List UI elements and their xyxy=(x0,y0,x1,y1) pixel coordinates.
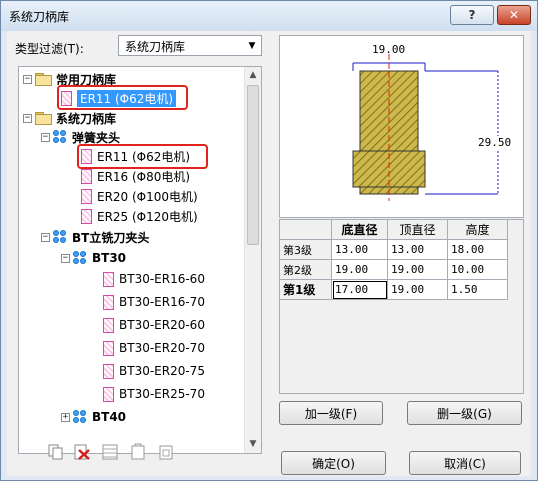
row-label: 第3级 xyxy=(280,240,332,260)
tool-holder-icon xyxy=(103,271,114,287)
copy-icon[interactable] xyxy=(47,443,65,461)
tree-node-label: BT30-ER16-60 xyxy=(119,272,205,286)
tree-node-label: BT30-ER25-70 xyxy=(119,387,205,401)
table-cell[interactable]: 13.00 xyxy=(388,240,448,260)
tool-holder-icon xyxy=(103,340,114,356)
tool-group-icon xyxy=(73,410,87,424)
type-filter-value: 系统刀柄库 xyxy=(125,40,186,54)
holder-preview-panel: 19.00 29.50 xyxy=(279,35,524,218)
help-button[interactable]: ? xyxy=(450,5,494,25)
tree-node-label: ER20 (Φ100电机) xyxy=(97,189,198,204)
delete-icon[interactable] xyxy=(73,443,91,461)
tree-node-label: BT30-ER20-75 xyxy=(119,364,205,378)
tree-node-tool-holder[interactable]: ER16 (Φ80电机) xyxy=(81,167,190,185)
tree-node-label: BT30-ER16-70 xyxy=(119,295,205,309)
row-label: 第2级 xyxy=(280,260,332,280)
tree-node-label: BT30-ER20-70 xyxy=(119,341,205,355)
folder-icon xyxy=(35,112,52,125)
cancel-button[interactable]: 取消(C) xyxy=(409,451,521,475)
collapse-icon[interactable]: − xyxy=(23,74,32,84)
scroll-down-icon[interactable]: ▼ xyxy=(245,436,261,453)
tree-node-tool-holder[interactable]: ER20 (Φ100电机) xyxy=(81,187,198,205)
folder-icon xyxy=(35,73,52,86)
width-dimension-label: 19.00 xyxy=(372,43,406,56)
row-label: 第1级 xyxy=(280,280,332,300)
tree-node-label: 系统刀柄库 xyxy=(56,111,117,126)
table-cell[interactable]: 19.00 xyxy=(332,260,388,280)
tool-holder-icon xyxy=(81,168,92,184)
tree-node-label: ER25 (Φ120电机) xyxy=(97,209,198,224)
table-cell[interactable]: 19.00 xyxy=(388,260,448,280)
tree-node-bt-end-mill[interactable]: − BT立铣刀夹头 xyxy=(41,228,149,246)
tree-node-label: 弹簧夹头 xyxy=(72,130,121,145)
dialog-window: 系统刀柄库 ? ✕ 类型过滤(T): 系统刀柄库 ▼ − 常用刀柄库 ER11 … xyxy=(0,0,538,481)
tool-group-icon xyxy=(53,130,67,144)
table-header: 顶直径 xyxy=(388,220,448,240)
expand-icon[interactable]: + xyxy=(61,412,70,422)
collapse-icon[interactable]: − xyxy=(61,253,70,263)
tree-node-label: BT40 xyxy=(92,410,127,424)
collapse-icon[interactable]: − xyxy=(41,232,50,242)
tree-node-tool-holder[interactable]: BT30-ER16-60 xyxy=(103,270,205,288)
tree-scrollbar[interactable]: ▲ ▼ xyxy=(244,67,261,453)
collapse-icon[interactable]: − xyxy=(41,132,50,142)
add-level-button[interactable]: 加一级(F) xyxy=(279,401,383,425)
table-cell[interactable]: 10.00 xyxy=(448,260,508,280)
tree-node-tool-holder[interactable]: BT30-ER20-75 xyxy=(103,362,205,380)
table-cell[interactable]: 1.50 xyxy=(448,280,508,300)
table-header-corner xyxy=(280,220,332,240)
table-cell[interactable]: 19.00 xyxy=(388,280,448,300)
tree-node-bt40[interactable]: + BT40 xyxy=(61,408,126,426)
tool-holder-icon xyxy=(81,188,92,204)
height-dimension-label: 29.50 xyxy=(478,136,512,149)
table-cell[interactable]: 13.00 xyxy=(332,240,388,260)
tool-holder-icon xyxy=(103,294,114,310)
tree-node-tool-holder[interactable]: ER25 (Φ120电机) xyxy=(81,207,198,225)
table-cell[interactable]: 18.00 xyxy=(448,240,508,260)
delete-level-button[interactable]: 删一级(G) xyxy=(407,401,522,425)
tool-group-icon xyxy=(73,251,87,265)
red-highlight-box xyxy=(57,85,188,110)
holder-tree[interactable]: − 常用刀柄库 ER11 (Φ62电机) − 系统刀柄库 − 弹簧夹头 ER11… xyxy=(18,66,262,454)
type-filter-select[interactable]: 系统刀柄库 ▼ xyxy=(118,35,262,56)
window-title: 系统刀柄库 xyxy=(9,10,70,24)
tree-node-label: BT30 xyxy=(92,251,127,265)
table-cell-active[interactable]: 17.00 xyxy=(332,280,388,300)
tree-node-label: ER16 (Φ80电机) xyxy=(97,169,191,184)
ok-button[interactable]: 确定(O) xyxy=(281,451,386,475)
tree-node-bt30[interactable]: − BT30 xyxy=(61,249,126,267)
tree-node-label: BT30-ER20-60 xyxy=(119,318,205,332)
tree-node-system-library[interactable]: − 系统刀柄库 xyxy=(23,109,116,127)
tree-node-tool-holder[interactable]: BT30-ER16-70 xyxy=(103,293,205,311)
title-bar: 系统刀柄库 ? ✕ xyxy=(1,1,537,31)
collapse-icon[interactable]: − xyxy=(23,113,32,123)
tool-holder-icon xyxy=(81,208,92,224)
scrollbar-thumb[interactable] xyxy=(247,85,259,245)
close-button[interactable]: ✕ xyxy=(497,5,531,25)
dialog-body: 类型过滤(T): 系统刀柄库 ▼ − 常用刀柄库 ER11 (Φ62电机) − … xyxy=(7,31,531,476)
tool-holder-icon xyxy=(103,317,114,333)
levels-table[interactable]: 底直径 顶直径 高度 第3级 13.00 13.00 18.00 第2级 19.… xyxy=(279,219,524,394)
tool-holder-icon xyxy=(103,363,114,379)
scroll-up-icon[interactable]: ▲ xyxy=(245,67,261,84)
table-header: 高度 xyxy=(448,220,508,240)
tree-node-tool-holder[interactable]: BT30-ER20-60 xyxy=(103,316,205,334)
chevron-down-icon[interactable]: ▼ xyxy=(243,36,261,55)
tool-holder-icon xyxy=(103,386,114,402)
holder-shape-drawing xyxy=(352,54,499,201)
tree-node-tool-holder[interactable]: BT30-ER25-70 xyxy=(103,385,205,403)
table-header: 底直径 xyxy=(332,220,388,240)
properties-icon[interactable] xyxy=(157,443,175,461)
tool-group-icon xyxy=(53,230,67,244)
filter-label: 类型过滤(T): xyxy=(15,42,84,56)
table-icon[interactable] xyxy=(101,443,119,461)
paste-icon[interactable] xyxy=(129,443,147,461)
red-highlight-box xyxy=(77,144,208,169)
tree-node-label: BT立铣刀夹头 xyxy=(72,230,150,245)
tree-node-tool-holder[interactable]: BT30-ER20-70 xyxy=(103,339,205,357)
